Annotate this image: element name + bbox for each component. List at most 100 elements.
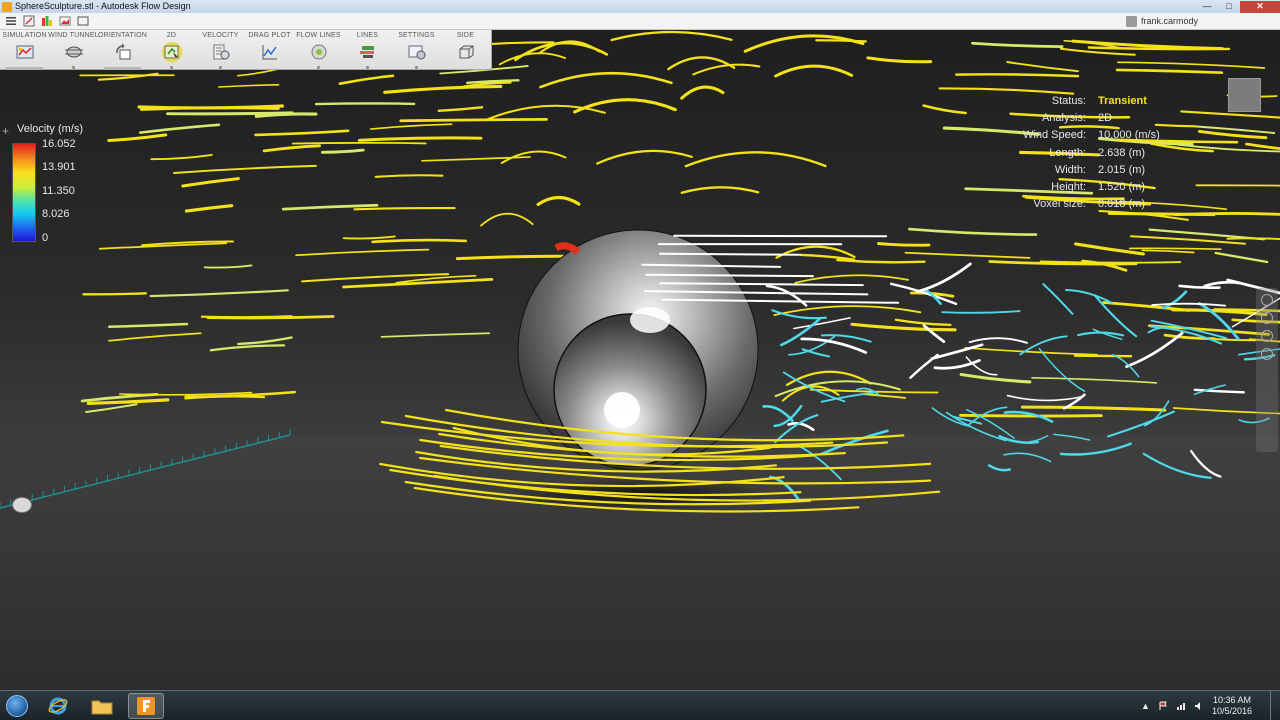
streamline (498, 52, 566, 66)
streamline (82, 292, 147, 296)
clock-time: 10:36 AM (1212, 694, 1251, 705)
color-bars-icon[interactable] (40, 15, 54, 28)
taskbar-file-explorer[interactable] (84, 693, 120, 719)
streamline (486, 104, 606, 121)
ribbon-dropdown-dot (317, 66, 320, 69)
flag-icon[interactable] (1158, 701, 1168, 711)
volume-icon[interactable] (1194, 701, 1204, 711)
inner-highlight (604, 392, 640, 428)
streamline (209, 344, 286, 352)
streamline (166, 111, 294, 116)
start-button[interactable] (2, 691, 32, 720)
wake-streamline (1161, 290, 1188, 310)
streamline (774, 64, 854, 78)
orbit-icon[interactable] (1261, 330, 1273, 342)
info-key: Status: (1051, 94, 1086, 107)
streamline (437, 106, 484, 113)
window-title-bar: SphereSculpture.stl - Autodesk Flow Desi… (0, 0, 1280, 13)
ribbon-lines[interactable]: LINES (343, 30, 392, 70)
legend-tick: 13.901 (42, 161, 76, 173)
wake-streamline (1064, 288, 1114, 305)
ribbon-label: SIDE (456, 32, 475, 39)
system-tray: ▲ 10:36 AM 10/5/2016 (1141, 695, 1252, 717)
minimize-button[interactable]: — (1196, 1, 1218, 13)
ribbon-dropdown-dot (366, 66, 369, 69)
info-value: 2.015 (m) (1098, 163, 1146, 176)
wake-streamline (1178, 284, 1221, 290)
ribbon-orientation[interactable]: ORIENTATION (98, 30, 147, 70)
streamline (421, 156, 531, 162)
settings-icon (406, 41, 428, 63)
ribbon-2d[interactable]: 2D (147, 30, 196, 70)
show-hidden-icons-icon[interactable]: ▲ (1141, 701, 1150, 711)
streamline (1117, 61, 1266, 69)
wake-streamline (968, 337, 1028, 344)
info-value: 2.638 (m) (1098, 146, 1146, 159)
wake-streamline (1151, 302, 1227, 307)
import-icon[interactable] (22, 15, 36, 28)
streamline (1128, 247, 1222, 251)
ribbon-simulation[interactable]: SIMULATION (0, 30, 49, 70)
taskbar-flow-design[interactable] (128, 692, 164, 719)
legend-tick: 16.052 (42, 138, 76, 150)
streamline (86, 398, 170, 405)
streamline (1020, 405, 1167, 412)
ribbon-label: SETTINGS (398, 32, 435, 39)
streamline (203, 264, 253, 269)
streamline (799, 253, 856, 261)
window-icon[interactable] (76, 15, 90, 28)
folder-icon (91, 700, 113, 714)
streamline (173, 164, 317, 174)
ribbon-flow-lines[interactable]: FLOW LINES (294, 30, 343, 70)
ribbon-wind-tunnel[interactable]: WIND TUNNEL (48, 30, 99, 70)
ribbon-label: 2D (166, 32, 177, 39)
show-desktop-button[interactable] (1270, 690, 1280, 720)
ribbon-dropdown-dot (415, 66, 418, 69)
network-icon[interactable] (1176, 701, 1186, 711)
taskbar-internet-explorer[interactable] (40, 693, 76, 719)
viewcube[interactable] (1228, 78, 1261, 112)
streamline (107, 133, 168, 142)
info-key: Length: (1049, 146, 1086, 159)
flow-design-app-icon (137, 696, 155, 715)
legend-tick: 0 (42, 232, 49, 244)
maximize-button[interactable]: □ (1218, 1, 1240, 13)
info-key: Voxel size: (1033, 198, 1086, 211)
ribbon-side[interactable]: SIDE (441, 30, 490, 70)
3d-viewport[interactable]: + Velocity (m/s) 16.052 13.901 11.350 8.… (0, 30, 1280, 690)
streamline (863, 393, 907, 399)
wake-streamline (916, 262, 972, 293)
zoom-icon[interactable] (1261, 312, 1273, 324)
ribbon-velocity[interactable]: VELOCITY (196, 30, 245, 70)
streamline (217, 83, 280, 88)
user-account[interactable]: frank.carmody (1125, 15, 1198, 27)
streamline (922, 104, 967, 115)
windows-logo-icon (6, 694, 28, 717)
info-value: 0.018 (m) (1098, 198, 1146, 211)
close-button[interactable]: ✕ (1240, 0, 1280, 13)
origin-axis-icon[interactable] (12, 497, 32, 513)
ribbon-toolbar: SIMULATION WIND TUNNEL ORIENTATION 2D VE… (0, 30, 492, 70)
pan-icon[interactable] (1261, 294, 1273, 306)
home-view-icon[interactable] (1261, 348, 1273, 360)
menu-icon[interactable] (4, 15, 18, 28)
2d-icon (160, 41, 183, 63)
ribbon-dropdown-dot (170, 66, 173, 69)
streamline (357, 136, 483, 142)
clock[interactable]: 10:36 AM 10/5/2016 (1212, 695, 1252, 717)
info-row-length: Length: 2.638 (m) (1002, 144, 1222, 161)
wake-streamline (1125, 331, 1184, 368)
streamline (904, 251, 1031, 259)
ribbon-settings[interactable]: SETTINGS (392, 30, 441, 70)
streamline (680, 85, 725, 100)
legend-expand-icon[interactable]: + (2, 124, 9, 138)
streamline (374, 174, 444, 178)
streamline (680, 186, 760, 194)
streamline (118, 391, 253, 396)
side-view-icon (455, 41, 477, 63)
wake-streamline (801, 348, 831, 358)
ribbon-label: DRAG PLOT (248, 32, 291, 39)
hotspot-mark (554, 242, 581, 255)
ribbon-drag-plot[interactable]: DRAG PLOT (245, 30, 294, 70)
image-icon[interactable] (58, 15, 72, 28)
